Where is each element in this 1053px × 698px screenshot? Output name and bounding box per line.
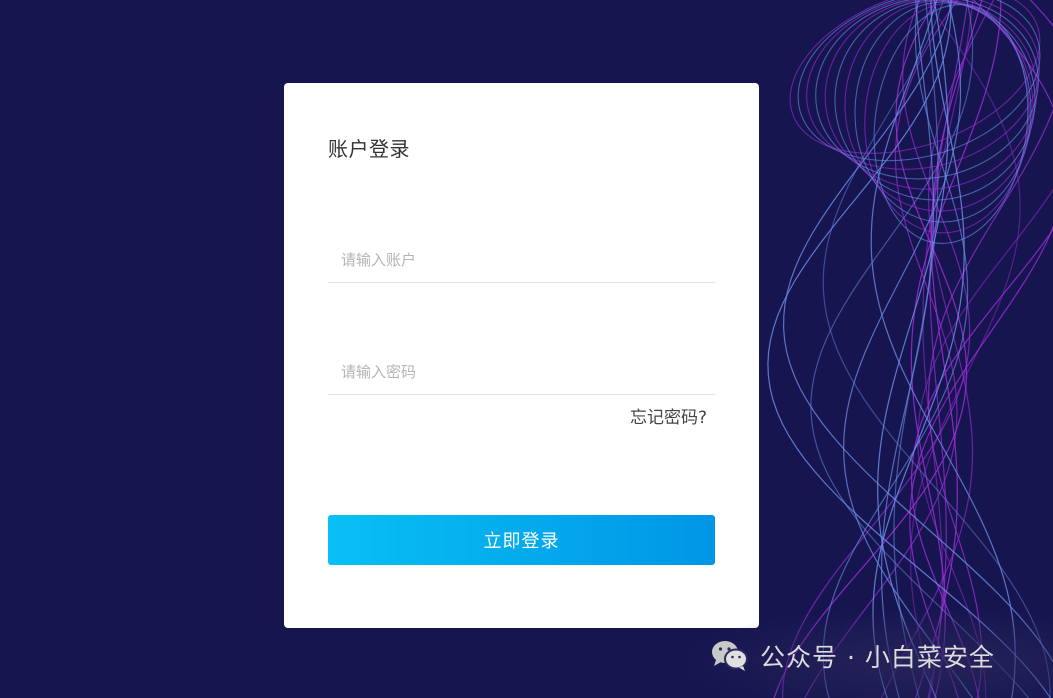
password-field [328,350,715,395]
login-title: 账户登录 [328,137,410,161]
account-field [328,238,715,283]
login-page: 账户登录 忘记密码? 立即登录 公众号 · 小白菜安全 [0,0,1053,698]
watermark-text: 公众号 · 小白菜安全 [760,643,995,672]
account-input[interactable] [328,238,715,282]
login-button[interactable]: 立即登录 [328,515,715,565]
decorative-wave-lines [767,0,1053,698]
wave-line [767,0,1052,698]
password-input[interactable] [328,350,715,394]
wave-line [773,0,968,698]
watermark: 公众号 · 小白菜安全 [690,610,1053,698]
wechat-icon [712,641,748,671]
login-card: 账户登录 忘记密码? 立即登录 [284,83,759,628]
wave-loop [824,0,1038,190]
forgot-password-link[interactable]: 忘记密码? [630,403,707,428]
